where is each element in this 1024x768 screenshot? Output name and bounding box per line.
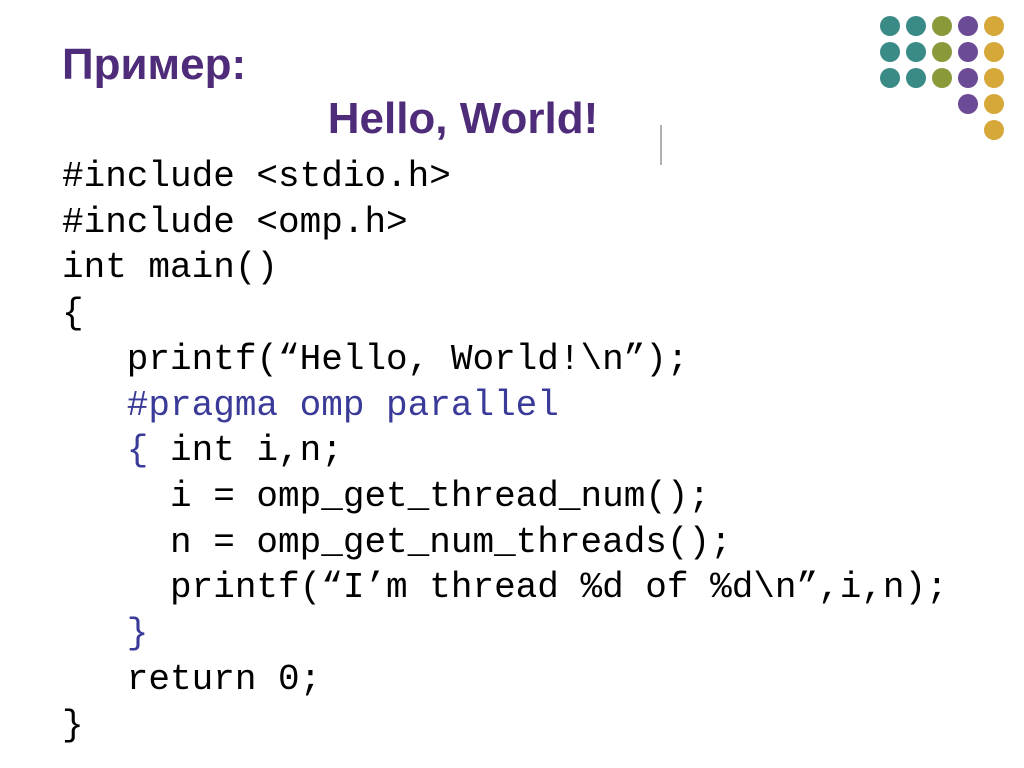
slide: Пример: Hello, World! #include <stdio.h>…	[0, 0, 1024, 768]
heading-hello: Hello, World!	[62, 94, 974, 144]
decor-dot	[906, 42, 926, 62]
decor-dot	[958, 16, 978, 36]
code-line: printf(“I’m thread %d of %d\n”,i,n);	[62, 567, 948, 608]
code-line-pragma: #pragma omp parallel	[62, 385, 559, 426]
decor-dot	[984, 94, 1004, 114]
decor-vertical-line	[660, 125, 662, 165]
decor-dot	[880, 42, 900, 62]
decor-dot	[958, 68, 978, 88]
code-line: i = omp_get_thread_num();	[62, 476, 710, 517]
code-block: #include <stdio.h> #include <omp.h> int …	[62, 154, 974, 748]
code-line-pragma: {	[62, 430, 148, 471]
decor-dot	[984, 16, 1004, 36]
code-line: n = omp_get_num_threads();	[62, 522, 732, 563]
decor-dot	[984, 42, 1004, 62]
heading-primer: Пример:	[62, 40, 974, 90]
decor-dot	[958, 42, 978, 62]
decor-dot	[932, 68, 952, 88]
decor-dot	[932, 42, 952, 62]
decor-dot	[984, 68, 1004, 88]
decor-dot	[880, 68, 900, 88]
code-line: #include <omp.h>	[62, 202, 408, 243]
code-line: #include <stdio.h>	[62, 156, 451, 197]
decor-dot-grid	[880, 16, 1004, 140]
code-line: return 0;	[62, 659, 321, 700]
decor-dot	[906, 68, 926, 88]
decor-dot	[932, 16, 952, 36]
decor-dot	[958, 94, 978, 114]
code-line-pragma: }	[62, 613, 148, 654]
decor-dot	[880, 16, 900, 36]
code-line: {	[62, 293, 84, 334]
code-line: }	[62, 705, 84, 746]
code-line: int main()	[62, 247, 278, 288]
code-line: int i,n;	[148, 430, 342, 471]
decor-dot	[906, 16, 926, 36]
decor-dot	[984, 120, 1004, 140]
code-line: printf(“Hello, World!\n”);	[62, 339, 689, 380]
